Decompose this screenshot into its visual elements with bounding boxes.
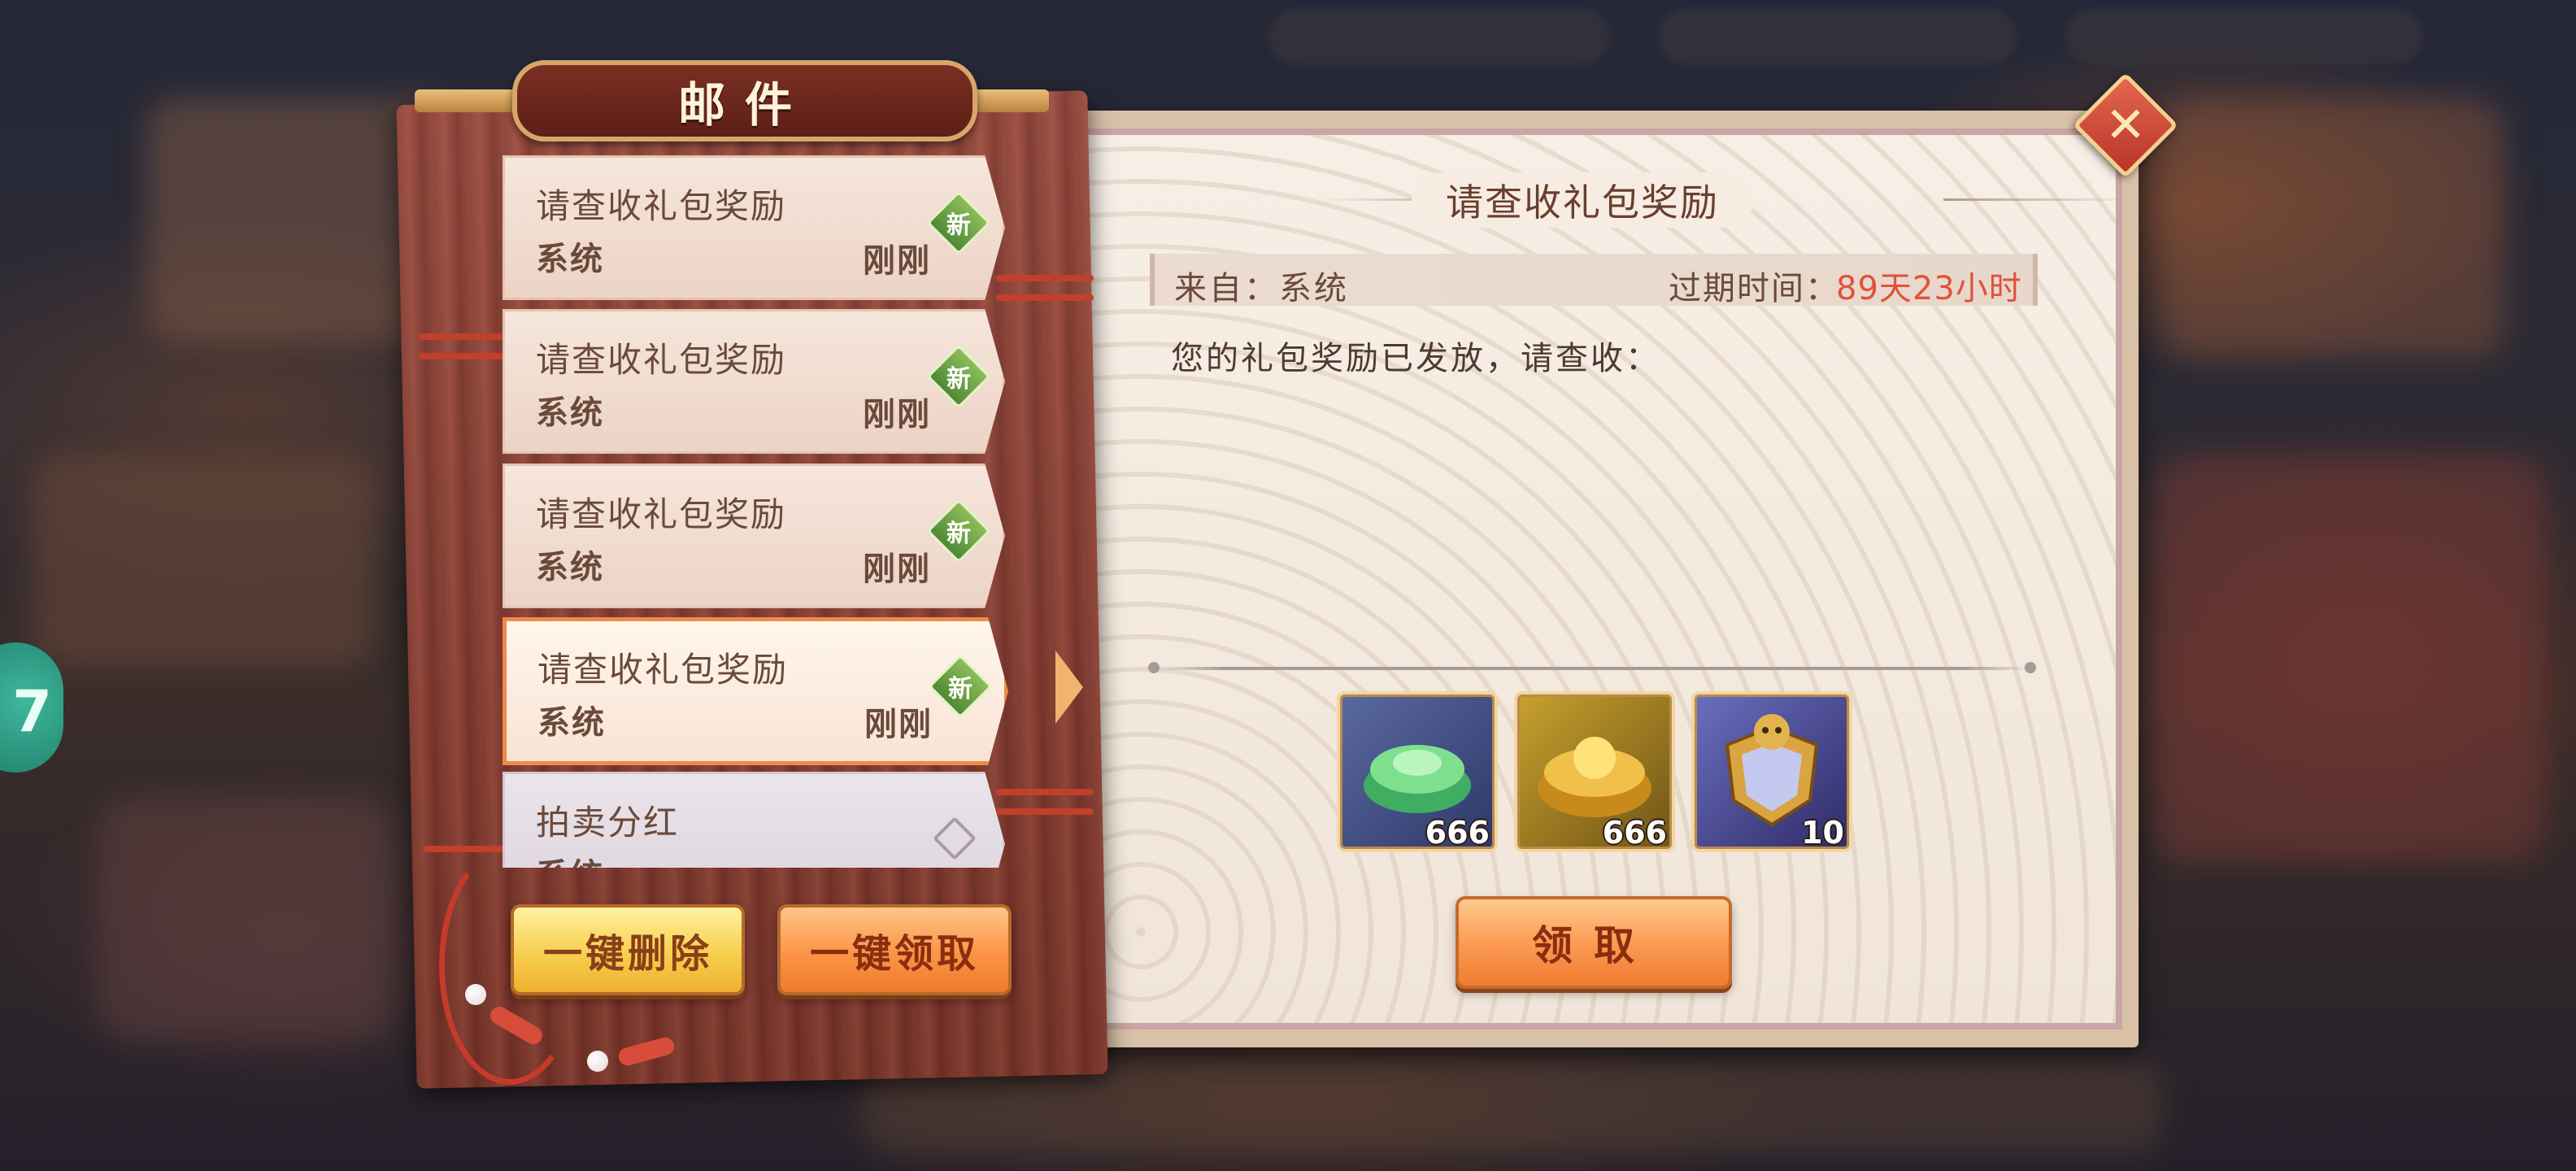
mail-item-title: 请查收礼包奖励	[536, 340, 787, 380]
mail-list-item-selected[interactable]: 请查收礼包奖励 系统 刚刚 新	[503, 617, 1008, 765]
new-badge-icon: 新	[926, 344, 991, 409]
claim-button[interactable]: 领取	[1456, 896, 1732, 989]
reward-item-gold-ingot[interactable]: 666	[1514, 691, 1675, 852]
new-badge-icon: 新	[926, 190, 991, 255]
mail-list-item[interactable]: 拍卖分红 系统	[503, 772, 1005, 868]
tassel-decoration	[439, 846, 581, 1085]
reward-item-divine-shield[interactable]: 10	[1691, 691, 1852, 852]
expire-time: 89天23小时	[1836, 270, 2022, 307]
claim-all-button[interactable]: 一键领取	[777, 904, 1012, 995]
side-float-button[interactable]: 7	[0, 642, 63, 773]
mail-list[interactable]: 请查收礼包奖励 系统 刚刚 新 请查收礼包奖励 系统 刚刚 新 请查收礼包奖励 …	[503, 150, 1055, 868]
mail-item-time: 刚刚	[863, 242, 931, 280]
mail-item-time: 刚刚	[864, 706, 933, 743]
read-mark-icon	[933, 816, 977, 860]
reward-count: 666	[1425, 815, 1490, 851]
divider-dot	[1148, 662, 1160, 673]
mail-item-title: 请查收礼包奖励	[536, 186, 787, 226]
mail-list-item[interactable]: 请查收礼包奖励 系统 刚刚 新	[503, 309, 1005, 454]
side-float-label: 7	[12, 678, 52, 745]
new-badge-icon: 新	[928, 654, 993, 719]
mail-detail-title: 请查收礼包奖励	[1412, 172, 1753, 228]
mail-item-sender: 系统	[536, 241, 604, 278]
tassel-bead	[465, 984, 486, 1005]
mail-item-time: 刚刚	[863, 551, 931, 588]
mail-item-sender: 系统	[536, 549, 604, 586]
mail-item-title: 拍卖分红	[536, 803, 680, 842]
mail-list-item[interactable]: 请查收礼包奖励 系统 刚刚 新	[503, 155, 1005, 300]
selected-arrow-icon	[1055, 651, 1088, 724]
mail-item-title: 请查收礼包奖励	[536, 494, 787, 534]
resource-bar	[1268, 8, 1610, 65]
resource-bar	[2065, 8, 2423, 65]
expire-label: 过期时间：	[1669, 270, 1839, 307]
mail-item-title: 请查收礼包奖励	[537, 650, 789, 690]
tassel-bead	[587, 1051, 608, 1072]
divider-dot	[2025, 662, 2036, 673]
mail-item-sender: 系统	[537, 704, 606, 742]
reward-item-jade-ingot[interactable]: 666	[1337, 691, 1498, 852]
mail-list-item[interactable]: 请查收礼包奖励 系统 刚刚 新	[503, 464, 1005, 608]
mail-body: 您的礼包奖励已发放，请查收：	[1171, 340, 1660, 377]
new-badge-icon: 新	[926, 498, 991, 564]
reward-divider	[1155, 667, 2033, 670]
resource-bar	[1659, 8, 2017, 65]
mail-item-sender: 系统	[536, 394, 604, 432]
close-icon: ✕	[2104, 97, 2147, 154]
reward-count: 10	[1801, 815, 1844, 851]
reward-count: 666	[1602, 815, 1667, 851]
mail-item-time: 刚刚	[863, 396, 931, 433]
mail-sender-info: 来自：系统	[1174, 270, 1349, 307]
panel-title: 邮件	[677, 77, 812, 133]
panel-title-plate: 邮件	[512, 60, 977, 141]
